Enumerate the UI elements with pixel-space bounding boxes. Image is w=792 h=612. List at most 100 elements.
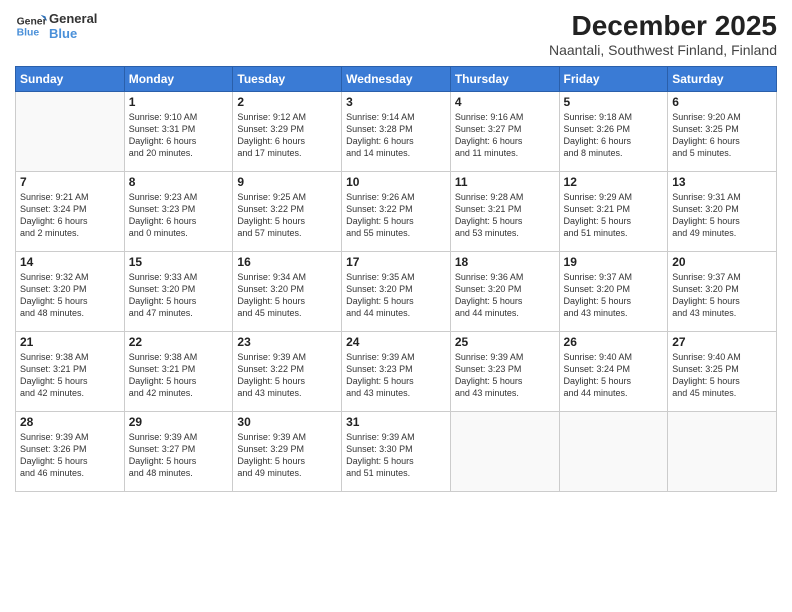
day-number: 8 [129,175,229,189]
calendar-cell: 6 Sunrise: 9:20 AM Sunset: 3:25 PM Daylig… [668,92,777,172]
day-info: Sunrise: 9:39 AM Sunset: 3:23 PM Dayligh… [455,351,555,400]
subtitle: Naantali, Southwest Finland, Finland [549,42,777,58]
svg-text:General: General [17,16,47,27]
day-info: Sunrise: 9:39 AM Sunset: 3:27 PM Dayligh… [129,431,229,480]
calendar-cell: 3Sunrise: 9:14 AM Sunset: 3:28 PM Daylig… [342,92,451,172]
calendar-cell: 9 Sunrise: 9:25 AM Sunset: 3:22 PM Daylig… [233,172,342,252]
day-info: Sunrise: 9:39 AM Sunset: 3:29 PM Dayligh… [237,431,337,480]
calendar-cell: 15Sunrise: 9:33 AM Sunset: 3:20 PM Dayli… [124,252,233,332]
day-number: 20 [672,255,772,269]
calendar-cell: 8 Sunrise: 9:23 AM Sunset: 3:23 PM Daylig… [124,172,233,252]
logo-icon: General Blue [15,10,47,42]
calendar-col-friday: Friday [559,67,668,92]
day-info: Sunrise: 9:29 AM Sunset: 3:21 PM Dayligh… [564,191,664,240]
calendar-col-monday: Monday [124,67,233,92]
day-number: 10 [346,175,446,189]
day-info: Sunrise: 9:16 AM Sunset: 3:27 PM Dayligh… [455,111,555,160]
day-number: 11 [455,175,555,189]
day-number: 6 [672,95,772,109]
calendar-cell: 2Sunrise: 9:12 AM Sunset: 3:29 PM Daylig… [233,92,342,172]
calendar-cell: 25 Sunrise: 9:39 AM Sunset: 3:23 PM Dayli… [450,332,559,412]
calendar-cell: 27 Sunrise: 9:40 AM Sunset: 3:25 PM Dayli… [668,332,777,412]
calendar-cell: 1 Sunrise: 9:10 AM Sunset: 3:31 PM Daylig… [124,92,233,172]
day-number: 5 [564,95,664,109]
logo: General Blue General Blue [15,10,97,42]
day-number: 7 [20,175,120,189]
calendar-cell: 30 Sunrise: 9:39 AM Sunset: 3:29 PM Dayli… [233,412,342,492]
day-number: 26 [564,335,664,349]
day-number: 31 [346,415,446,429]
day-info: Sunrise: 9:37 AM Sunset: 3:20 PM Dayligh… [564,271,664,320]
logo-line1: General [49,12,97,27]
calendar-week-3: 14 Sunrise: 9:32 AM Sunset: 3:20 PM Dayli… [16,252,777,332]
calendar-cell: 31Sunrise: 9:39 AM Sunset: 3:30 PM Dayli… [342,412,451,492]
day-number: 25 [455,335,555,349]
calendar-cell [450,412,559,492]
calendar-week-4: 21 Sunrise: 9:38 AM Sunset: 3:21 PM Dayli… [16,332,777,412]
calendar-cell [16,92,125,172]
day-number: 4 [455,95,555,109]
calendar-week-1: 1 Sunrise: 9:10 AM Sunset: 3:31 PM Daylig… [16,92,777,172]
calendar-cell [668,412,777,492]
calendar-cell: 5 Sunrise: 9:18 AM Sunset: 3:26 PM Daylig… [559,92,668,172]
day-info: Sunrise: 9:20 AM Sunset: 3:25 PM Dayligh… [672,111,772,160]
day-number: 13 [672,175,772,189]
day-info: Sunrise: 9:38 AM Sunset: 3:21 PM Dayligh… [20,351,120,400]
day-number: 28 [20,415,120,429]
main-title: December 2025 [549,10,777,42]
day-info: Sunrise: 9:10 AM Sunset: 3:31 PM Dayligh… [129,111,229,160]
day-number: 12 [564,175,664,189]
day-info: Sunrise: 9:28 AM Sunset: 3:21 PM Dayligh… [455,191,555,240]
day-number: 19 [564,255,664,269]
calendar-cell: 19 Sunrise: 9:37 AM Sunset: 3:20 PM Dayli… [559,252,668,332]
day-number: 3 [346,95,446,109]
day-number: 16 [237,255,337,269]
calendar-cell: 16 Sunrise: 9:34 AM Sunset: 3:20 PM Dayli… [233,252,342,332]
day-info: Sunrise: 9:12 AM Sunset: 3:29 PM Dayligh… [237,111,337,160]
day-info: Sunrise: 9:39 AM Sunset: 3:26 PM Dayligh… [20,431,120,480]
calendar-cell: 7 Sunrise: 9:21 AM Sunset: 3:24 PM Daylig… [16,172,125,252]
calendar-cell: 17Sunrise: 9:35 AM Sunset: 3:20 PM Dayli… [342,252,451,332]
calendar-cell: 10 Sunrise: 9:26 AM Sunset: 3:22 PM Dayli… [342,172,451,252]
day-info: Sunrise: 9:38 AM Sunset: 3:21 PM Dayligh… [129,351,229,400]
calendar-cell: 23 Sunrise: 9:39 AM Sunset: 3:22 PM Dayli… [233,332,342,412]
day-info: Sunrise: 9:36 AM Sunset: 3:20 PM Dayligh… [455,271,555,320]
day-info: Sunrise: 9:23 AM Sunset: 3:23 PM Dayligh… [129,191,229,240]
logo-line2: Blue [49,27,97,42]
day-info: Sunrise: 9:39 AM Sunset: 3:22 PM Dayligh… [237,351,337,400]
header: General Blue General Blue December 2025 … [15,10,777,58]
day-info: Sunrise: 9:32 AM Sunset: 3:20 PM Dayligh… [20,271,120,320]
calendar-cell: 24Sunrise: 9:39 AM Sunset: 3:23 PM Dayli… [342,332,451,412]
calendar-cell: 14 Sunrise: 9:32 AM Sunset: 3:20 PM Dayli… [16,252,125,332]
calendar: SundayMondayTuesdayWednesdayThursdayFrid… [15,66,777,492]
day-number: 29 [129,415,229,429]
day-number: 27 [672,335,772,349]
day-info: Sunrise: 9:40 AM Sunset: 3:25 PM Dayligh… [672,351,772,400]
day-info: Sunrise: 9:26 AM Sunset: 3:22 PM Dayligh… [346,191,446,240]
day-info: Sunrise: 9:34 AM Sunset: 3:20 PM Dayligh… [237,271,337,320]
calendar-cell: 26Sunrise: 9:40 AM Sunset: 3:24 PM Dayli… [559,332,668,412]
title-block: December 2025 Naantali, Southwest Finlan… [549,10,777,58]
day-number: 1 [129,95,229,109]
day-info: Sunrise: 9:37 AM Sunset: 3:20 PM Dayligh… [672,271,772,320]
day-number: 14 [20,255,120,269]
calendar-cell: 4 Sunrise: 9:16 AM Sunset: 3:27 PM Daylig… [450,92,559,172]
day-info: Sunrise: 9:18 AM Sunset: 3:26 PM Dayligh… [564,111,664,160]
calendar-col-saturday: Saturday [668,67,777,92]
day-number: 22 [129,335,229,349]
calendar-cell: 28 Sunrise: 9:39 AM Sunset: 3:26 PM Dayli… [16,412,125,492]
calendar-col-tuesday: Tuesday [233,67,342,92]
calendar-cell: 13Sunrise: 9:31 AM Sunset: 3:20 PM Dayli… [668,172,777,252]
day-number: 30 [237,415,337,429]
day-number: 9 [237,175,337,189]
day-number: 21 [20,335,120,349]
calendar-cell: 22 Sunrise: 9:38 AM Sunset: 3:21 PM Dayli… [124,332,233,412]
day-info: Sunrise: 9:21 AM Sunset: 3:24 PM Dayligh… [20,191,120,240]
calendar-week-2: 7 Sunrise: 9:21 AM Sunset: 3:24 PM Daylig… [16,172,777,252]
calendar-col-sunday: Sunday [16,67,125,92]
calendar-cell: 21 Sunrise: 9:38 AM Sunset: 3:21 PM Dayli… [16,332,125,412]
calendar-cell: 12 Sunrise: 9:29 AM Sunset: 3:21 PM Dayli… [559,172,668,252]
day-number: 23 [237,335,337,349]
day-info: Sunrise: 9:35 AM Sunset: 3:20 PM Dayligh… [346,271,446,320]
day-info: Sunrise: 9:25 AM Sunset: 3:22 PM Dayligh… [237,191,337,240]
